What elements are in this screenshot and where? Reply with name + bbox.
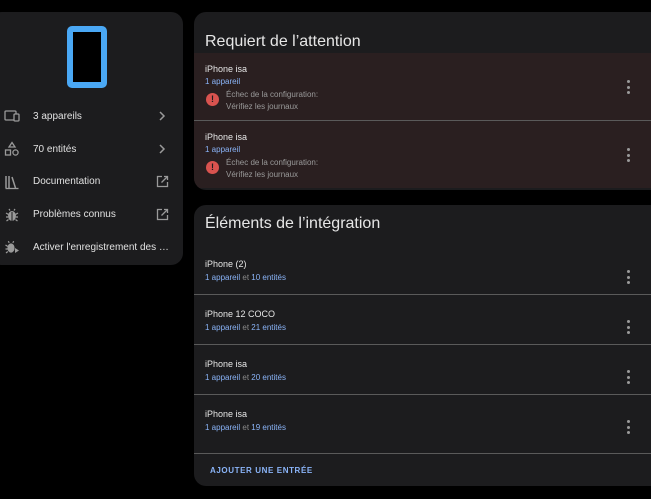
add-entry-button[interactable]: AJOUTER UNE ENTRÉE [210, 466, 313, 475]
error-icon: ! [206, 93, 219, 106]
more-options-icon[interactable] [623, 80, 633, 94]
menu-item-known-issues[interactable]: Problèmes connus [0, 198, 183, 231]
open-in-new-icon [155, 175, 169, 189]
menu-item-label: Activer l'enregistrement des jo... [33, 241, 171, 253]
menu-item-label: Problèmes connus [33, 209, 116, 221]
row-subtitle: 1 appareil et 19 entités [205, 423, 286, 432]
conjunction: et [242, 373, 250, 382]
more-options-icon[interactable] [623, 420, 633, 434]
devices-link[interactable]: 1 appareil [205, 77, 240, 86]
error-message: Échec de la configuration: [226, 90, 319, 99]
entities-link[interactable]: 20 entités [251, 373, 286, 382]
open-in-new-icon [155, 208, 169, 222]
row-title: iPhone isa [205, 64, 248, 74]
divider [194, 344, 651, 345]
integration-info-card: 3 appareils 70 entités Documentation Pro… [0, 12, 183, 265]
menu-item-devices[interactable]: 3 appareils [0, 100, 183, 133]
divider [194, 394, 651, 395]
attention-card: Requiert de l’attention iPhone isa 1 app… [194, 12, 651, 190]
row-subtitle: 1 appareil et 20 entités [205, 373, 286, 382]
entities-link[interactable]: 10 entités [251, 273, 286, 282]
conjunction: et [242, 273, 250, 282]
menu-item-debug-logging[interactable]: Activer l'enregistrement des jo... [0, 231, 183, 264]
entities-link[interactable]: 19 entités [251, 423, 286, 432]
error-hint: Vérifiez les journaux [226, 170, 299, 179]
entities-icon [4, 141, 20, 157]
conjunction: et [242, 323, 250, 332]
entities-link[interactable]: 21 entités [251, 323, 286, 332]
attention-row[interactable]: iPhone isa 1 appareil ! Échec de la conf… [194, 121, 651, 188]
row-title: iPhone isa [205, 132, 248, 142]
devices-link[interactable]: 1 appareil [205, 145, 240, 154]
entry-row[interactable]: iPhone isa 1 appareil et 19 entités [194, 402, 651, 451]
row-subtitle: 1 appareil et 21 entités [205, 323, 286, 332]
error-hint: Vérifiez les journaux [226, 102, 299, 111]
menu-item-documentation[interactable]: Documentation [0, 166, 183, 199]
row-title: iPhone isa [205, 409, 248, 419]
divider [194, 453, 651, 454]
integration-entries-card: Éléments de l’intégration iPhone (2) 1 a… [194, 205, 651, 486]
page: 3 appareils 70 entités Documentation Pro… [0, 0, 651, 499]
chevron-right-icon [155, 109, 169, 123]
bug-icon [4, 207, 20, 223]
error-icon: ! [206, 161, 219, 174]
book-icon [4, 174, 20, 190]
devices-link[interactable]: 1 appareil [205, 373, 240, 382]
menu-item-label: Documentation [33, 176, 101, 188]
chevron-right-icon [155, 142, 169, 156]
menu-item-label: 3 appareils [33, 110, 82, 122]
devices-link[interactable]: 1 appareil [205, 273, 240, 282]
card-title: Requiert de l’attention [205, 33, 361, 50]
phone-illustration [67, 26, 107, 88]
error-message: Échec de la configuration: [226, 158, 319, 167]
row-subtitle: 1 appareil et 10 entités [205, 273, 286, 282]
devices-link[interactable]: 1 appareil [205, 423, 240, 432]
devices-icon [4, 108, 20, 124]
conjunction: et [242, 423, 250, 432]
bug-play-icon [4, 239, 20, 255]
devices-link[interactable]: 1 appareil [205, 323, 240, 332]
card-title: Éléments de l’intégration [205, 215, 381, 232]
row-title: iPhone isa [205, 359, 248, 369]
menu-item-label: 70 entités [33, 143, 77, 155]
divider [194, 294, 651, 295]
more-options-icon[interactable] [623, 320, 633, 334]
more-options-icon[interactable] [623, 270, 633, 284]
menu-item-entities[interactable]: 70 entités [0, 133, 183, 166]
row-title: iPhone 12 COCO [205, 309, 276, 319]
more-options-icon[interactable] [623, 148, 633, 162]
row-title: iPhone (2) [205, 259, 247, 269]
more-options-icon[interactable] [623, 370, 633, 384]
info-menu: 3 appareils 70 entités Documentation Pro… [0, 100, 183, 264]
attention-row[interactable]: iPhone isa 1 appareil ! Échec de la conf… [194, 53, 651, 120]
